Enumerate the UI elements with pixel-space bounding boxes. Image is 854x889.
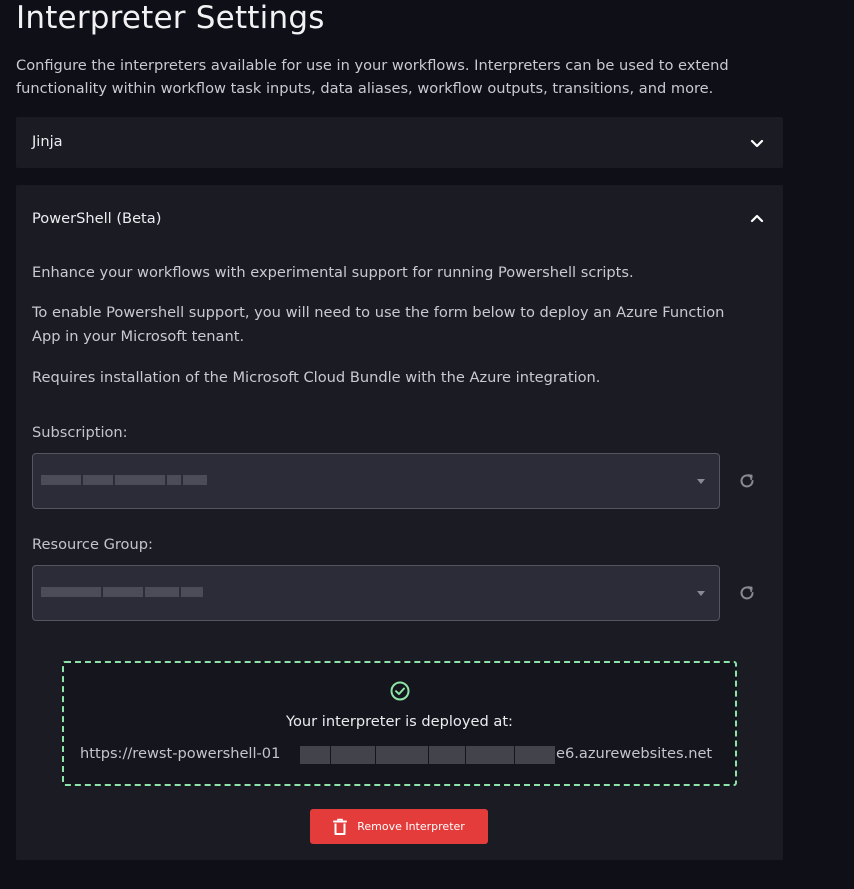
subscription-value-redacted [41,469,209,491]
refresh-icon[interactable] [738,584,756,602]
powershell-requirements: Requires installation of the Microsoft C… [32,369,601,386]
accordion-jinja[interactable]: Jinja [16,117,783,168]
accordion-powershell-label[interactable]: PowerShell (Beta) [32,210,161,227]
deployment-status-box: Your interpreter is deployed at: https:/… [62,661,737,786]
resource-group-label: Resource Group: [32,536,153,553]
page-description: Configure the interpreters available for… [16,57,729,97]
deployment-title: Your interpreter is deployed at: [286,713,513,730]
powershell-instructions: To enable Powershell support, you will n… [32,304,725,345]
subscription-select[interactable] [32,453,720,509]
accordion-powershell: PowerShell (Beta) Enhance your workflows… [16,185,783,860]
resource-group-value-redacted [41,581,205,603]
accordion-jinja-label: Jinja [32,133,63,150]
deployment-url-start: https://rewst-powershell-01 [80,745,281,762]
remove-interpreter-button[interactable]: Remove Interpreter [310,809,488,844]
deployment-url-end: e6.azurewebsites.net [556,745,713,762]
deployment-url-redacted [300,743,556,767]
caret-down-icon [697,479,705,484]
refresh-icon[interactable] [738,472,756,490]
caret-down-icon [697,591,705,596]
subscription-label: Subscription: [32,424,128,441]
trash-icon [333,818,348,836]
interpreter-settings-page: Interpreter Settings Configure the inter… [0,0,854,889]
chevron-up-icon[interactable] [749,211,765,227]
chevron-down-icon[interactable] [749,135,765,151]
check-circle-icon [389,680,411,702]
page-title: Interpreter Settings [16,0,325,36]
resource-group-select[interactable] [32,565,720,621]
remove-interpreter-label: Remove Interpreter [357,820,465,833]
powershell-description: Enhance your workflows with experimental… [32,264,634,281]
